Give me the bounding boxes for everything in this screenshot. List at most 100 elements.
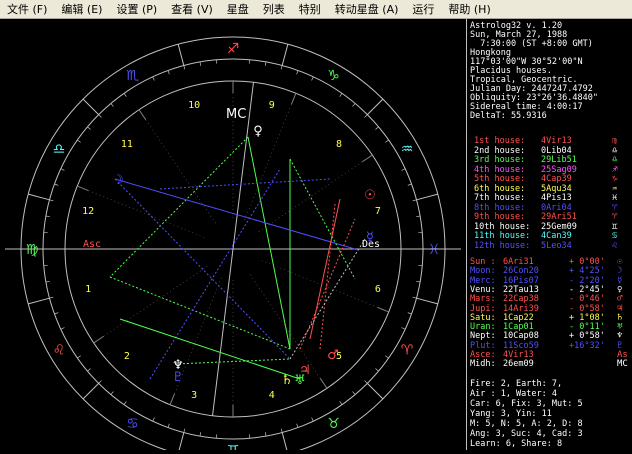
planet-marker-icon: ♂ bbox=[327, 348, 339, 363]
degree-tick bbox=[168, 70, 169, 74]
sign-divider bbox=[28, 298, 49, 304]
house-cusp-dotted bbox=[258, 162, 362, 232]
aspect-line bbox=[248, 137, 290, 349]
chart-wheel: ♈♉♊♋♌♍♎♏♐♑♒♓123456789101112AscDesMC☉☽☿♀♂… bbox=[0, 19, 466, 450]
menu-item-0[interactable]: 文件 (F) bbox=[0, 0, 54, 19]
midheaven-label: MC bbox=[226, 107, 246, 122]
degree-tick bbox=[375, 369, 378, 372]
aspect-line bbox=[115, 179, 355, 249]
degree-tick bbox=[200, 432, 201, 436]
degree-tick bbox=[340, 401, 342, 404]
house-number: 1 bbox=[85, 284, 91, 295]
degree-tick bbox=[281, 429, 282, 433]
menu-item-3[interactable]: 查看 (V) bbox=[164, 0, 220, 19]
zodiac-sign-icon: ♈ bbox=[401, 343, 414, 359]
menu-item-6[interactable]: 特别 bbox=[292, 0, 328, 19]
aspect-line bbox=[110, 277, 290, 349]
degree-tick bbox=[124, 401, 126, 404]
degree-tick bbox=[99, 115, 102, 118]
sign-glyph-icon: ♈ bbox=[612, 213, 617, 222]
planet-position: 26em09 bbox=[503, 360, 534, 369]
house-number: 3 bbox=[191, 390, 197, 401]
zodiac-sign-icon: ♋ bbox=[126, 416, 139, 432]
aspect-line bbox=[290, 159, 355, 279]
sign-glyph-icon: ♎ bbox=[612, 156, 617, 165]
degree-tick bbox=[365, 115, 368, 118]
zodiac-sign-icon: ♐ bbox=[227, 41, 240, 57]
house-label: 5th house: bbox=[474, 175, 525, 184]
house-cusp-dotted bbox=[261, 260, 378, 307]
menu-item-7[interactable]: 转动星盘 (A) bbox=[328, 0, 406, 19]
zodiac-sign-icon: ♍ bbox=[26, 242, 39, 258]
house-cusp bbox=[320, 378, 327, 388]
degree-tick bbox=[77, 356, 80, 358]
sign-divider bbox=[178, 44, 184, 65]
degree-tick bbox=[416, 216, 420, 217]
house-cusp bbox=[139, 110, 146, 120]
sign-divider bbox=[178, 433, 184, 450]
element-line: Car: 6, Fix: 3, Mut: 5 bbox=[470, 399, 583, 409]
menu-item-2[interactable]: 设置 (P) bbox=[109, 0, 164, 19]
menu-item-1[interactable]: 编辑 (E) bbox=[54, 0, 109, 19]
house-number: 8 bbox=[336, 139, 342, 150]
chart-area: ♈♉♊♋♌♍♎♏♐♑♒♓123456789101112AscDesMC☉☽☿♀♂… bbox=[0, 19, 466, 450]
zodiac-sign-icon: ♒ bbox=[401, 142, 414, 158]
sign-divider bbox=[83, 383, 99, 399]
house-cusp-dotted bbox=[146, 120, 216, 224]
degree-tick bbox=[312, 418, 314, 422]
degree-tick bbox=[297, 70, 298, 74]
aspect-line bbox=[120, 319, 300, 379]
house-label: 12th house: bbox=[474, 242, 530, 251]
degree-tick bbox=[54, 184, 58, 185]
degree-tick bbox=[402, 328, 406, 330]
degree-tick bbox=[353, 103, 356, 106]
menu-bar: 文件 (F)编辑 (E)设置 (P)查看 (V)星盘列表特别转动星盘 (A)运行… bbox=[0, 0, 632, 19]
element-line: Ang: 3, Suc: 4, Cad: 3 bbox=[470, 429, 583, 439]
sign-divider bbox=[83, 99, 99, 115]
aspect-line bbox=[320, 204, 335, 349]
planet-name: Midh: bbox=[470, 360, 496, 369]
house-value: 29Lib51 bbox=[541, 156, 577, 165]
degree-tick bbox=[340, 93, 342, 96]
house-label: 7th house: bbox=[474, 194, 525, 203]
sign-divider bbox=[28, 194, 49, 200]
degree-tick bbox=[385, 140, 388, 142]
degree-tick bbox=[168, 424, 169, 428]
degree-tick bbox=[416, 281, 420, 282]
degree-tick bbox=[49, 297, 53, 298]
sign-glyph-icon: ♓ bbox=[612, 194, 617, 203]
planet-declination: + 4°25' bbox=[569, 267, 605, 276]
planet-name: Moon: bbox=[470, 267, 496, 276]
zodiac-sign-icon: ♏ bbox=[126, 68, 139, 84]
aspect-line bbox=[175, 359, 290, 364]
zodiac-sign-icon: ♌ bbox=[53, 343, 66, 359]
house-label: 3rd house: bbox=[474, 156, 525, 165]
degree-tick bbox=[77, 140, 80, 142]
planet-marker-icon: ♄ bbox=[281, 373, 293, 388]
element-line: Fire: 2, Earth: 7, bbox=[470, 379, 562, 389]
house-number: 12 bbox=[82, 206, 94, 217]
planet-marker-icon: ♇ bbox=[172, 370, 184, 385]
aspect-line bbox=[110, 137, 248, 277]
degree-tick bbox=[111, 103, 114, 106]
menu-item-9[interactable]: 帮助 (H) bbox=[441, 0, 497, 19]
sign-divider bbox=[367, 99, 383, 115]
house-cusp-dotted bbox=[244, 104, 291, 221]
menu-item-5[interactable]: 列表 bbox=[256, 0, 292, 19]
degree-tick bbox=[61, 328, 65, 330]
degree-tick bbox=[46, 216, 50, 217]
house-number: 2 bbox=[124, 351, 130, 362]
degree-tick bbox=[408, 184, 412, 185]
degree-tick bbox=[408, 313, 412, 314]
degree-tick bbox=[87, 127, 90, 130]
degree-tick bbox=[184, 429, 185, 433]
aspect-line bbox=[150, 169, 280, 379]
aspect-line bbox=[300, 219, 355, 349]
planet-position: 26Con20 bbox=[503, 267, 539, 276]
planet-position: 22Cap38 bbox=[503, 295, 539, 304]
degree-tick bbox=[312, 77, 314, 81]
menu-item-8[interactable]: 运行 bbox=[405, 0, 441, 19]
menu-item-4[interactable]: 星盘 bbox=[220, 0, 256, 19]
degree-tick bbox=[413, 297, 417, 298]
house-cusp bbox=[170, 394, 174, 405]
